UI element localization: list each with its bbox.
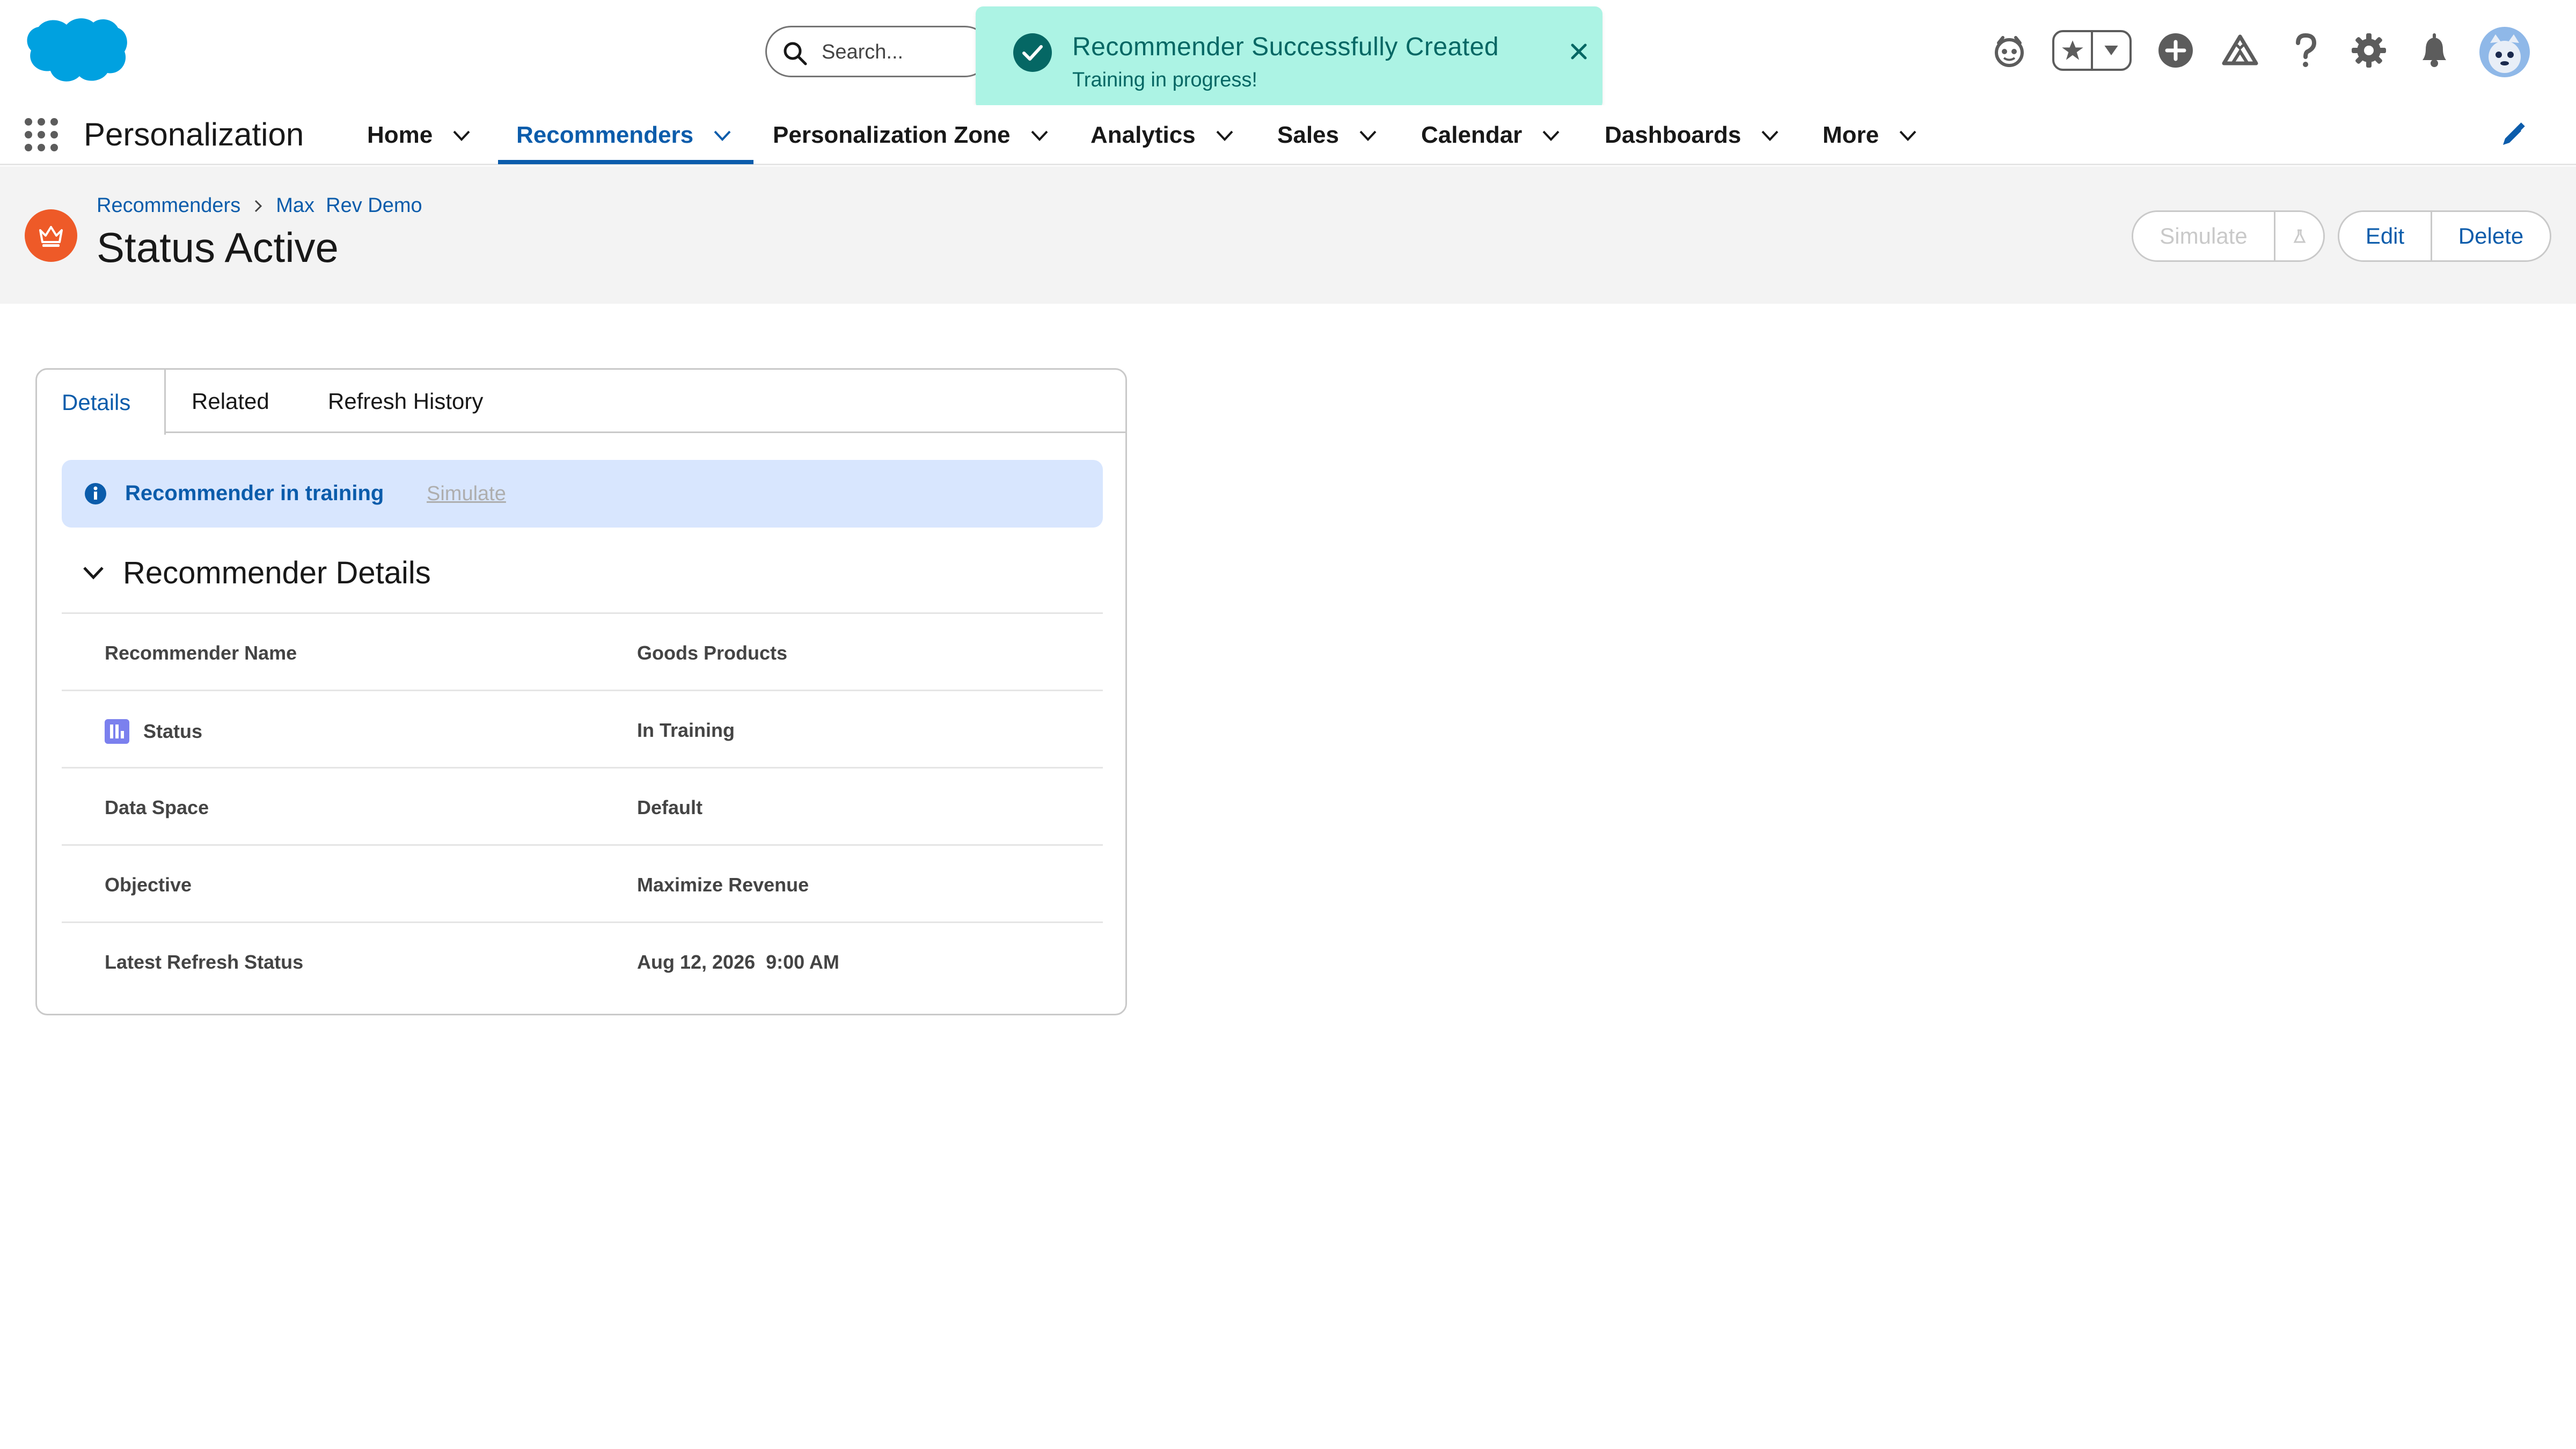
- recommender-crown-icon: [25, 209, 77, 262]
- record-tabs: Details Related Refresh History: [37, 370, 1125, 435]
- field-label-with-icon: Status: [105, 719, 202, 744]
- nav-item-recommenders[interactable]: Recommenders: [516, 105, 733, 165]
- field-row-data-space: Data Space Default: [62, 767, 1103, 844]
- nav-item-dashboards[interactable]: Dashboards: [1605, 105, 1781, 165]
- chevron-down-icon[interactable]: [712, 125, 733, 146]
- success-toast: Recommender Successfully Created Trainin…: [976, 6, 1602, 109]
- simulate-flask-icon-button[interactable]: [2274, 212, 2323, 260]
- breadcrumb-record-link[interactable]: Max Rev Demo: [276, 194, 422, 217]
- app-navigation-bar: Personalization Home Recommenders Person…: [0, 105, 2576, 165]
- field-value: Default: [637, 796, 703, 818]
- training-info-banner: Recommender in training Simulate: [62, 460, 1103, 528]
- chevron-down-icon: [83, 567, 104, 580]
- chevron-down-icon[interactable]: [1540, 125, 1562, 146]
- app-name: Personalization: [84, 116, 304, 152]
- chevron-down-icon[interactable]: [1357, 125, 1379, 146]
- global-header: Recommender Successfully Created Trainin…: [0, 0, 2576, 109]
- favorites-star-icon[interactable]: [2054, 32, 2091, 69]
- favorites-dropdown-icon[interactable]: [2091, 32, 2129, 69]
- record-details-card: Details Related Refresh History Recommen…: [35, 368, 1127, 1015]
- tab-related[interactable]: Related: [192, 370, 269, 433]
- nav-item-home[interactable]: Home: [367, 105, 472, 165]
- setup-gear-icon[interactable]: [2346, 28, 2391, 73]
- field-row-latest-refresh-status: Latest Refresh Status Aug 12, 2026 9:00 …: [62, 921, 1103, 999]
- field-label: Latest Refresh Status: [105, 951, 304, 973]
- record-actions-button-group: Edit Delete: [2338, 210, 2551, 262]
- flask-icon: [2293, 229, 2306, 243]
- search-icon: [784, 42, 807, 65]
- field-label: Objective: [105, 874, 192, 896]
- page-title: Status Active: [97, 224, 339, 271]
- active-tab-indicator: [498, 160, 753, 164]
- toast-message: Training in progress!: [1072, 69, 1257, 91]
- breadcrumb-recommenders-link[interactable]: Recommenders: [97, 194, 240, 217]
- toast-title: Recommender Successfully Created: [1072, 33, 1499, 61]
- favorites-group: [2052, 30, 2132, 71]
- chevron-down-icon[interactable]: [451, 125, 472, 146]
- nav-item-label: Recommenders: [516, 122, 694, 148]
- simulate-button[interactable]: Simulate: [2133, 212, 2274, 260]
- delete-button[interactable]: Delete: [2431, 212, 2550, 260]
- salesforce-logo[interactable]: [24, 15, 128, 87]
- field-label: Status: [143, 720, 203, 742]
- breadcrumb: Recommenders Max Rev Demo: [97, 194, 422, 217]
- banner-simulate-link[interactable]: Simulate: [427, 482, 506, 506]
- nav-item-label: Sales: [1277, 122, 1339, 148]
- nav-item-label: Dashboards: [1605, 122, 1741, 148]
- nav-item-label: Calendar: [1421, 122, 1523, 148]
- field-label: Recommender Name: [105, 642, 297, 664]
- user-avatar[interactable]: [2479, 27, 2530, 77]
- chevron-down-icon[interactable]: [1029, 125, 1050, 146]
- tab-details[interactable]: Details: [37, 370, 166, 435]
- field-row-status: Status In Training: [62, 690, 1103, 767]
- nav-item-label: Personalization Zone: [773, 122, 1011, 148]
- app-launcher-grid-icon[interactable]: [25, 118, 58, 151]
- success-check-icon: [1013, 33, 1052, 72]
- field-value: Maximize Revenue: [637, 874, 809, 896]
- nav-item-label: Home: [367, 122, 433, 148]
- nav-item-more[interactable]: More: [1823, 105, 1919, 165]
- status-field-icon: [105, 719, 129, 744]
- help-icon[interactable]: [2283, 28, 2328, 73]
- trailhead-icon[interactable]: [2218, 28, 2263, 73]
- global-search-box[interactable]: [765, 26, 991, 77]
- tab-refresh-history[interactable]: Refresh History: [328, 370, 483, 433]
- banner-text: Recommender in training: [125, 481, 384, 505]
- field-row-recommender-name: Recommender Name Goods Products: [62, 612, 1103, 690]
- field-row-objective: Objective Maximize Revenue: [62, 844, 1103, 921]
- edit-nav-pencil-icon[interactable]: [2499, 121, 2527, 149]
- chevron-down-icon[interactable]: [1214, 125, 1235, 146]
- einstein-icon[interactable]: [1987, 28, 2032, 73]
- field-value: Aug 12, 2026 9:00 AM: [637, 951, 839, 973]
- toast-close-icon[interactable]: [1566, 39, 1592, 64]
- field-value: Goods Products: [637, 642, 788, 664]
- notifications-bell-icon[interactable]: [2412, 28, 2457, 73]
- nav-item-label: More: [1823, 122, 1879, 148]
- nav-item-analytics[interactable]: Analytics: [1091, 105, 1235, 165]
- chevron-down-icon[interactable]: [1759, 125, 1781, 146]
- info-icon: [85, 483, 106, 504]
- field-label: Data Space: [105, 796, 209, 818]
- simulate-button-group: Simulate: [2132, 210, 2325, 262]
- section-title: Recommender Details: [123, 555, 431, 590]
- global-actions-add-icon[interactable]: [2153, 28, 2198, 73]
- chevron-down-icon[interactable]: [1897, 125, 1919, 146]
- nav-item-calendar[interactable]: Calendar: [1421, 105, 1562, 165]
- edit-button[interactable]: Edit: [2339, 212, 2431, 260]
- recommender-details-section-toggle[interactable]: Recommender Details: [80, 550, 431, 595]
- nav-item-personalization-zone[interactable]: Personalization Zone: [773, 105, 1050, 165]
- nav-item-label: Analytics: [1091, 122, 1196, 148]
- field-value: In Training: [637, 719, 735, 741]
- chevron-right-icon: [255, 200, 262, 212]
- search-input[interactable]: [822, 37, 983, 67]
- nav-item-sales[interactable]: Sales: [1277, 105, 1379, 165]
- record-page-header: Recommenders Max Rev Demo Status Active …: [0, 166, 2576, 304]
